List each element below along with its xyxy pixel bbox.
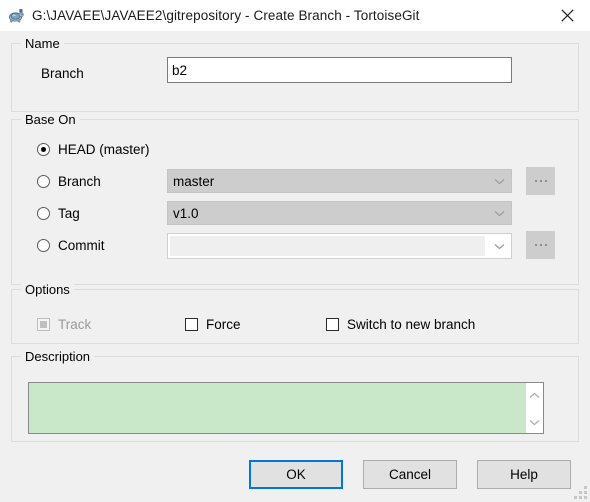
tortoisegit-turtle-icon bbox=[7, 7, 25, 25]
base-on-group-label: Base On bbox=[21, 112, 80, 127]
branch-combo[interactable]: master bbox=[167, 169, 512, 193]
checkbox-force-indicator bbox=[185, 318, 198, 331]
radio-tag[interactable]: Tag bbox=[37, 206, 80, 221]
radio-commit-label: Commit bbox=[58, 238, 105, 253]
resize-grip[interactable] bbox=[574, 486, 587, 499]
dialog-client-area: Name Branch Base On HEAD (master) Branch… bbox=[0, 31, 590, 502]
ellipsis-dot bbox=[539, 180, 542, 182]
tag-combo[interactable]: v1.0 bbox=[167, 201, 512, 225]
tag-combo-value: v1.0 bbox=[173, 205, 199, 221]
branch-name-label: Branch bbox=[41, 66, 84, 81]
radio-head-indicator bbox=[37, 143, 50, 156]
commit-browse-button[interactable] bbox=[526, 231, 555, 259]
branch-browse-button[interactable] bbox=[526, 167, 555, 195]
chevron-down-icon bbox=[487, 178, 511, 185]
description-textarea[interactable] bbox=[29, 383, 526, 433]
close-icon[interactable] bbox=[544, 0, 590, 31]
scroll-up-icon[interactable] bbox=[529, 387, 540, 402]
checkbox-track-label: Track bbox=[58, 317, 92, 332]
description-scrollbar[interactable] bbox=[526, 383, 543, 433]
radio-tag-label: Tag bbox=[58, 206, 80, 221]
ok-button[interactable]: OK bbox=[249, 460, 343, 489]
branch-name-input[interactable] bbox=[167, 57, 512, 83]
ellipsis-dot bbox=[534, 180, 537, 182]
cancel-button[interactable]: Cancel bbox=[363, 460, 457, 489]
chevron-down-icon bbox=[487, 210, 511, 217]
help-button[interactable]: Help bbox=[477, 460, 571, 489]
checkbox-force-label: Force bbox=[206, 317, 241, 332]
radio-commit[interactable]: Commit bbox=[37, 238, 105, 253]
title-bar: G:\JAVAEE\JAVAEE2\gitrepository - Create… bbox=[0, 0, 590, 31]
window-title: G:\JAVAEE\JAVAEE2\gitrepository - Create… bbox=[32, 8, 420, 23]
radio-head-label: HEAD (master) bbox=[58, 142, 150, 157]
radio-branch-label: Branch bbox=[58, 174, 101, 189]
radio-head[interactable]: HEAD (master) bbox=[37, 142, 150, 157]
checkbox-switch-indicator bbox=[326, 318, 339, 331]
commit-combo[interactable] bbox=[167, 233, 512, 259]
chevron-down-icon[interactable] bbox=[487, 243, 511, 250]
checkbox-track-indicator bbox=[37, 318, 50, 331]
checkbox-switch-label: Switch to new branch bbox=[347, 317, 476, 332]
options-group: Options bbox=[11, 282, 579, 344]
ellipsis-dot bbox=[539, 244, 542, 246]
options-group-label: Options bbox=[21, 282, 74, 297]
name-group-label: Name bbox=[21, 36, 64, 51]
radio-tag-indicator bbox=[37, 207, 50, 220]
radio-branch[interactable]: Branch bbox=[37, 174, 101, 189]
description-group-label: Description bbox=[21, 349, 95, 364]
checkbox-track: Track bbox=[37, 317, 91, 332]
commit-combo-field[interactable] bbox=[170, 236, 485, 256]
radio-commit-indicator bbox=[37, 239, 50, 252]
ellipsis-dot bbox=[544, 180, 547, 182]
ellipsis-dot bbox=[544, 244, 547, 246]
description-editor[interactable] bbox=[28, 382, 544, 434]
branch-combo-value: master bbox=[173, 173, 215, 189]
checkbox-force[interactable]: Force bbox=[185, 317, 241, 332]
radio-branch-indicator bbox=[37, 175, 50, 188]
checkbox-switch-to-new-branch[interactable]: Switch to new branch bbox=[326, 317, 475, 332]
ellipsis-dot bbox=[534, 244, 537, 246]
scroll-down-icon[interactable] bbox=[529, 414, 540, 429]
